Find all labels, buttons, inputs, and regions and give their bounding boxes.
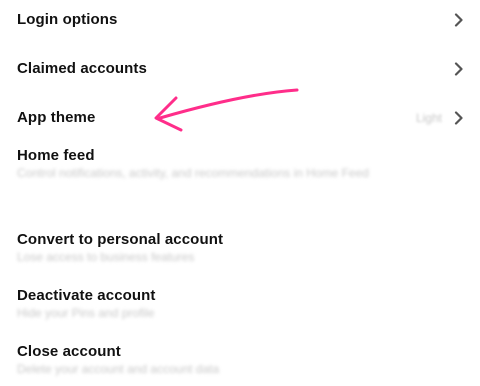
close-account-label: Close account	[17, 343, 121, 360]
chevron-right-icon	[454, 111, 463, 125]
chevron-right-icon	[454, 62, 463, 76]
claimed-accounts-row[interactable]: Claimed accounts	[0, 60, 480, 78]
deactivate-account-row[interactable]: Deactivate account Hide your Pins and pr…	[0, 287, 480, 321]
home-feed-row[interactable]: Home feed Control notifications, activit…	[0, 147, 480, 181]
convert-account-label: Convert to personal account	[17, 231, 224, 248]
close-account-subtitle: Delete your account and account data	[17, 362, 220, 376]
app-theme-value: Light	[415, 111, 442, 125]
claimed-accounts-label: Claimed accounts	[17, 60, 147, 77]
convert-account-row[interactable]: Convert to personal account Lose access …	[0, 231, 480, 265]
settings-list: Login options Claimed accounts App theme…	[0, 0, 480, 386]
app-theme-row[interactable]: App theme Light	[0, 109, 480, 127]
login-options-label: Login options	[17, 11, 118, 28]
deactivate-account-label: Deactivate account	[17, 287, 156, 304]
chevron-right-icon	[454, 13, 463, 27]
claimed-accounts-right	[454, 60, 464, 78]
login-options-row[interactable]: Login options	[0, 11, 480, 29]
app-theme-right: Light	[416, 109, 464, 127]
deactivate-account-subtitle: Hide your Pins and profile	[17, 306, 155, 320]
home-feed-label: Home feed	[17, 147, 95, 164]
close-account-row[interactable]: Close account Delete your account and ac…	[0, 343, 480, 377]
convert-account-subtitle: Lose access to business features	[17, 250, 195, 264]
app-theme-label: App theme	[17, 109, 96, 126]
home-feed-subtitle: Control notifications, activity, and rec…	[17, 166, 369, 180]
login-options-right	[454, 11, 464, 29]
